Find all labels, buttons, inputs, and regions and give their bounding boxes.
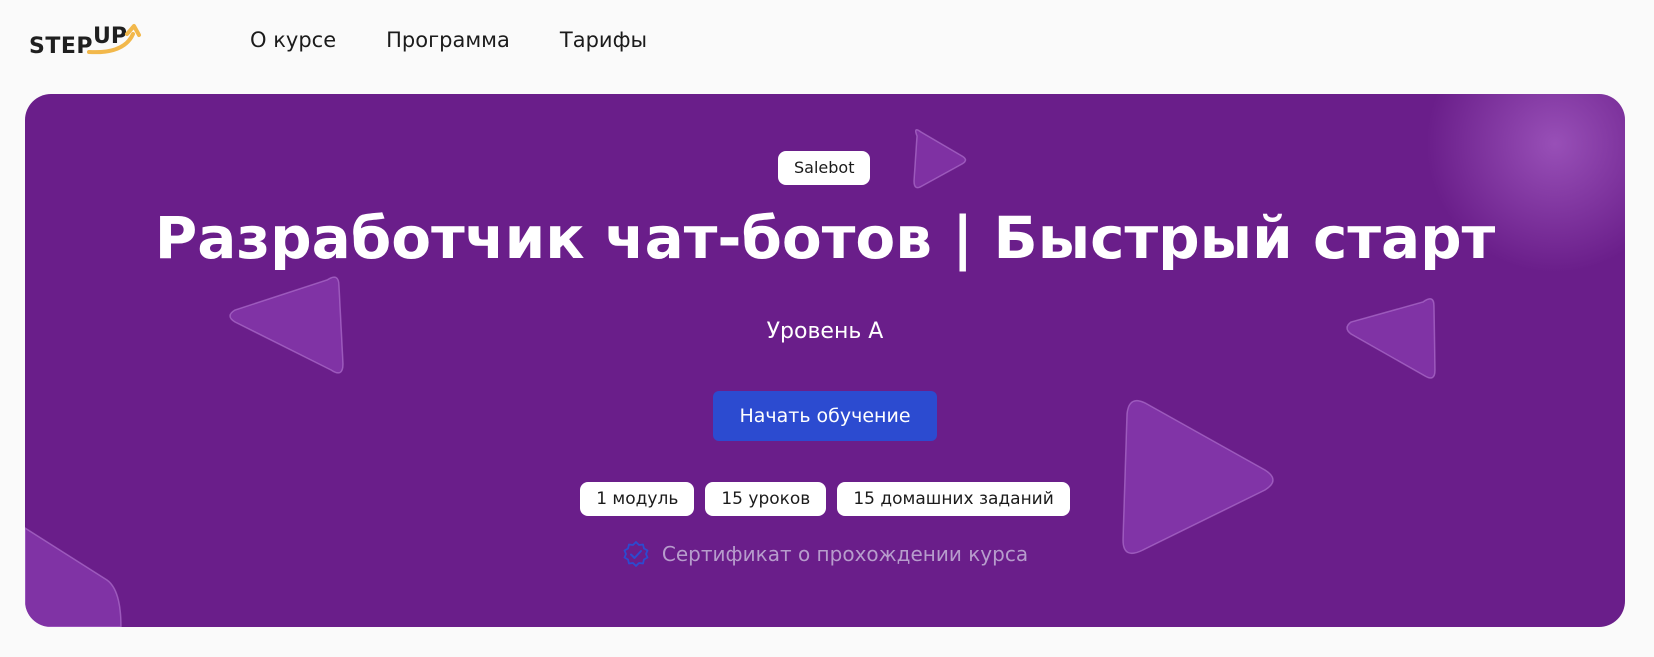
play-triangle-icon <box>1122 399 1274 555</box>
logo-arrow-icon <box>87 24 141 55</box>
verified-badge-icon <box>623 541 649 567</box>
lessons-chip: 15 уроков <box>705 482 827 516</box>
course-stats: 1 модуль 15 уроков 15 домашних заданий <box>25 482 1625 516</box>
platform-badge: Salebot <box>778 151 871 185</box>
main-nav: О курсе Программа Тарифы <box>250 28 647 52</box>
modules-chip: 1 модуль <box>580 482 695 516</box>
hero-banner: Salebot Разработчик чат-ботов | Быстрый … <box>25 94 1625 627</box>
nav-pricing[interactable]: Тарифы <box>560 28 647 52</box>
stepup-logo[interactable]: STEP UP <box>29 22 153 62</box>
play-triangle-icon <box>913 129 967 189</box>
nav-program[interactable]: Программа <box>386 28 510 52</box>
site-header: STEP UP О курсе Программа Тарифы <box>0 0 1654 84</box>
certificate-note: Сертификат о прохождении курса <box>25 540 1625 568</box>
nav-about[interactable]: О курсе <box>250 28 336 52</box>
start-learning-button[interactable]: Начать обучение <box>713 391 937 441</box>
certificate-text: Сертификат о прохождении курса <box>661 542 1029 566</box>
course-level: Уровень А <box>766 319 884 344</box>
course-title: Разработчик чат-ботов | Быстрый старт <box>154 204 1496 272</box>
homework-chip: 15 домашних заданий <box>837 482 1070 516</box>
